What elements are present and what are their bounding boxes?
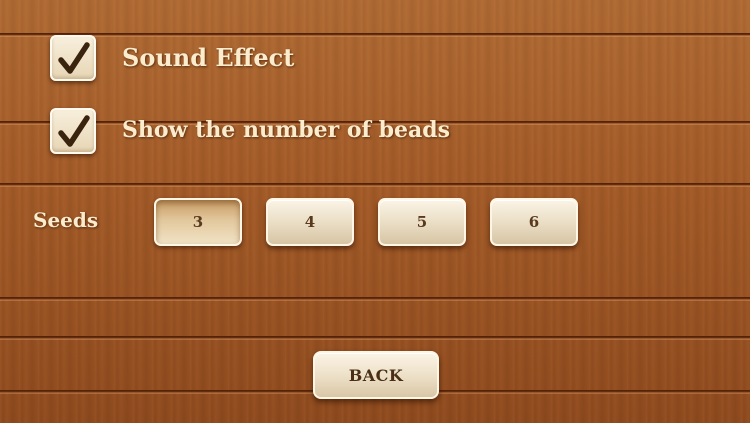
checkmark-icon xyxy=(58,42,90,74)
seed-option-3[interactable]: 3 xyxy=(154,198,242,246)
sound-effect-checkbox[interactable] xyxy=(50,35,96,81)
back-button[interactable]: BACK xyxy=(313,351,439,399)
plank-seam xyxy=(0,297,750,300)
show-beads-label: Show the number of beads xyxy=(122,117,451,143)
seeds-label: Seeds xyxy=(33,208,99,232)
plank-seam xyxy=(0,336,750,339)
show-beads-checkbox[interactable] xyxy=(50,108,96,154)
sound-effect-label: Sound Effect xyxy=(122,43,295,72)
checkmark-icon xyxy=(58,115,90,147)
seed-option-5[interactable]: 5 xyxy=(378,198,466,246)
seed-option-4[interactable]: 4 xyxy=(266,198,354,246)
plank-seam xyxy=(0,33,750,36)
plank-seam xyxy=(0,183,750,186)
seed-option-6[interactable]: 6 xyxy=(490,198,578,246)
